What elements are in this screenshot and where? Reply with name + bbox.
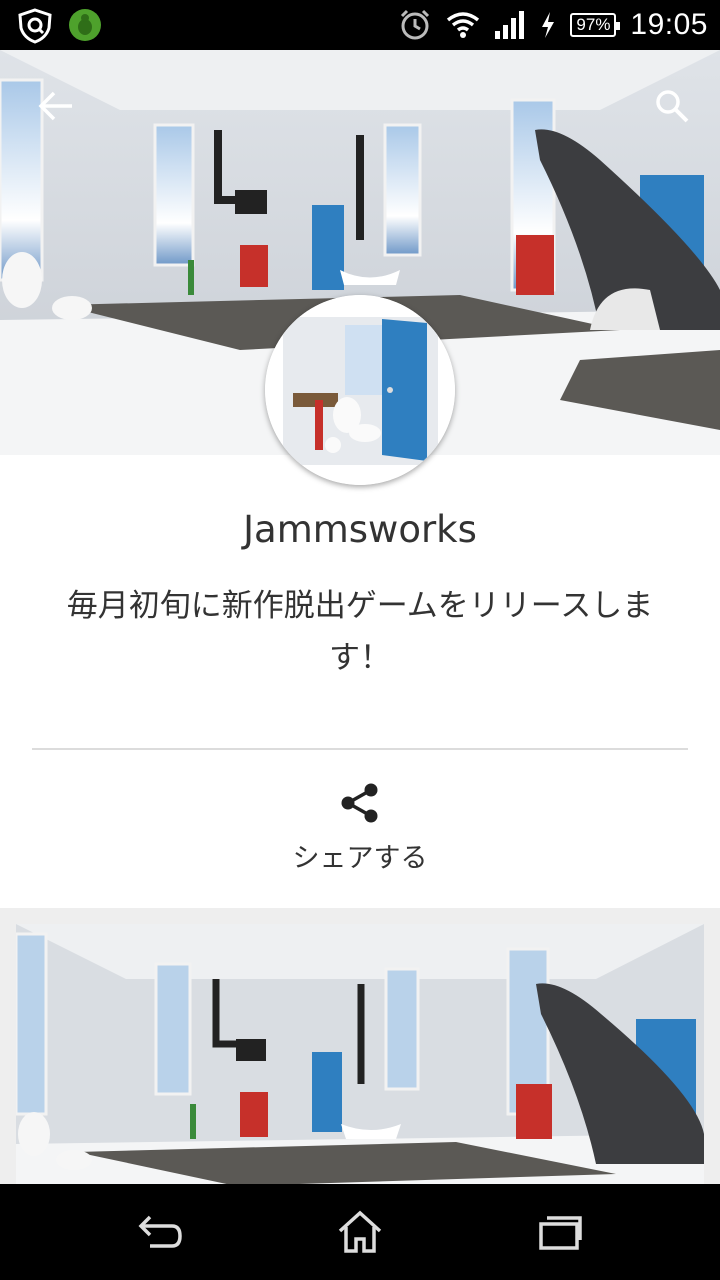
- status-bar: 97% 19:05: [0, 0, 720, 50]
- navigation-bar: [0, 1184, 720, 1280]
- screenshot-gallery: [0, 908, 720, 1184]
- alarm-icon: [401, 9, 430, 40]
- signal-icon: [495, 11, 525, 39]
- battery-icon: 97%: [570, 13, 621, 37]
- share-label: シェアする: [292, 843, 428, 874]
- search-icon: [656, 90, 689, 123]
- developer-avatar: [265, 295, 455, 485]
- share-button[interactable]: シェアする: [260, 782, 460, 892]
- bug-shield-icon: [69, 9, 101, 41]
- battery-percent: 97%: [576, 15, 611, 34]
- nav-recents-button[interactable]: [520, 1202, 600, 1262]
- search-button[interactable]: [644, 78, 700, 134]
- app-screenshot[interactable]: [16, 924, 704, 1184]
- developer-description: 毎月初旬に新作脱出ゲームをリリースします！: [66, 588, 654, 676]
- back-button[interactable]: [28, 78, 84, 134]
- back-icon: [138, 1215, 182, 1248]
- nav-home-button[interactable]: [320, 1202, 400, 1262]
- charging-icon: [542, 12, 555, 38]
- wifi-icon: [447, 12, 480, 38]
- status-clock: 19:05: [630, 8, 708, 41]
- home-icon: [338, 1210, 382, 1253]
- nav-back-button[interactable]: [120, 1202, 200, 1262]
- vpn-shield-icon: [18, 8, 52, 44]
- developer-name: Jammsworks: [243, 508, 477, 551]
- arrow-left-icon: [38, 91, 72, 121]
- share-icon: [341, 783, 378, 823]
- recents-icon: [539, 1216, 582, 1250]
- divider: [32, 748, 688, 750]
